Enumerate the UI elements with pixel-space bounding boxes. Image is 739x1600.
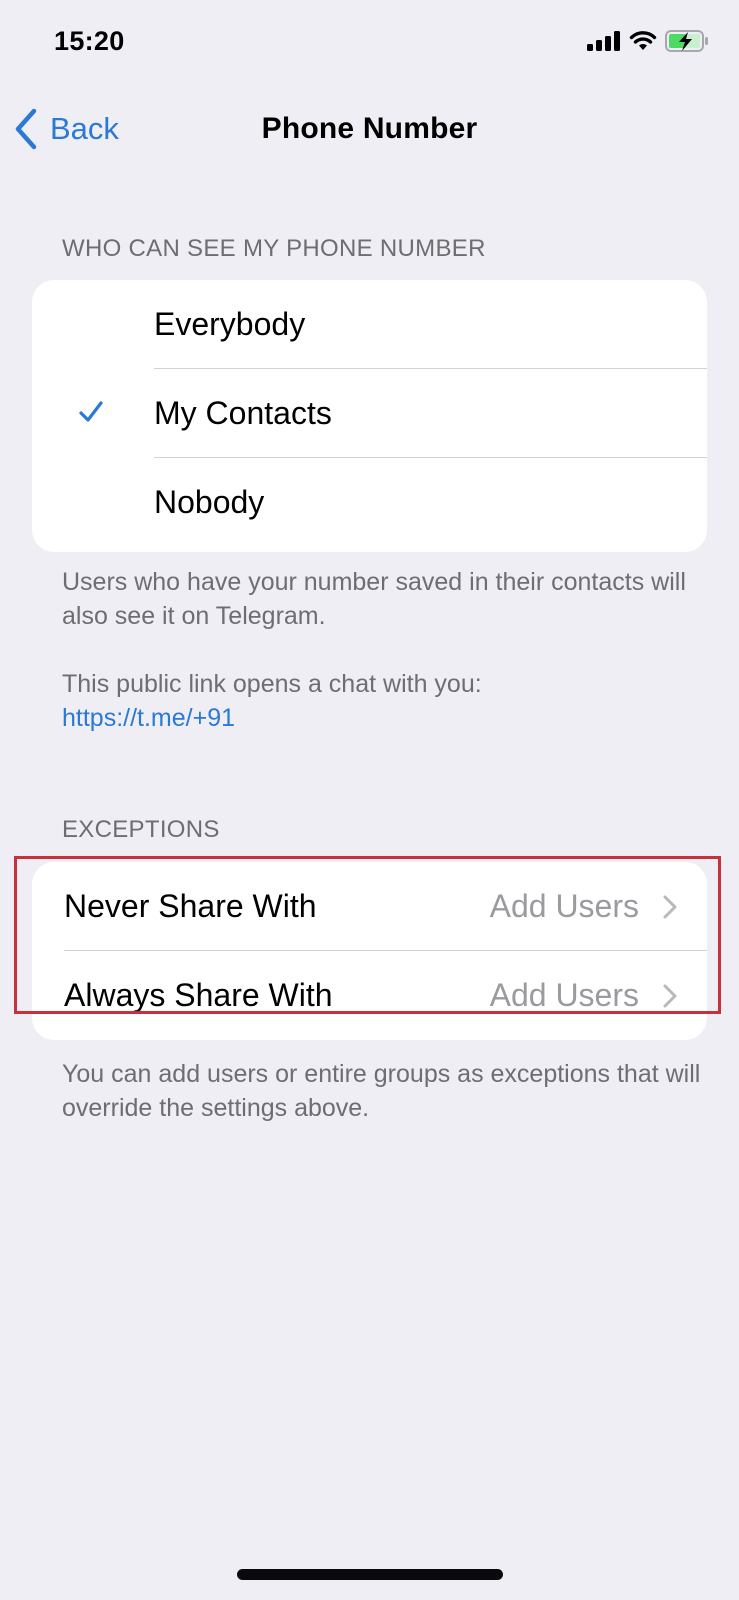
option-my-contacts[interactable]: My Contacts [32, 369, 707, 458]
page-title: Phone Number [261, 112, 478, 145]
option-label: Nobody [154, 484, 265, 520]
exceptions-section-header: EXCEPTIONS [62, 816, 220, 843]
visibility-options-card: Everybody My Contacts Nobody [32, 280, 707, 552]
exceptions-card: Never Share With Add Users Always Share … [32, 862, 707, 1040]
chevron-right-icon [663, 895, 677, 919]
row-label: Always Share With [64, 977, 333, 1013]
never-share-with-row[interactable]: Never Share With Add Users [32, 862, 707, 951]
battery-charging-icon [665, 30, 708, 52]
home-indicator[interactable] [237, 1569, 503, 1580]
public-link[interactable]: https://t.me/+91 [62, 701, 702, 735]
always-share-with-row[interactable]: Always Share With Add Users [32, 951, 707, 1040]
option-label: Everybody [154, 306, 306, 342]
option-label: My Contacts [154, 395, 332, 431]
public-link-caption: This public link opens a chat with you: [62, 670, 482, 698]
option-nobody[interactable]: Nobody [32, 458, 707, 547]
wifi-icon [629, 31, 657, 50]
cellular-signal-icon [587, 31, 620, 51]
row-label: Never Share With [64, 888, 317, 924]
row-value: Add Users [489, 888, 639, 924]
exceptions-footer: You can add users or entire groups as ex… [62, 1060, 701, 1122]
chevron-right-icon [663, 984, 677, 1008]
option-everybody[interactable]: Everybody [32, 280, 707, 369]
status-icons [587, 30, 709, 52]
navigation-bar: Back Phone Number [0, 100, 739, 160]
row-value: Add Users [489, 977, 639, 1013]
visibility-footer-note: Users who have your number saved in thei… [62, 568, 686, 630]
checkmark-icon [79, 401, 103, 422]
status-time: 15:20 [54, 26, 125, 56]
visibility-section-header: WHO CAN SEE MY PHONE NUMBER [62, 235, 486, 262]
status-bar: 15:20 [0, 0, 739, 90]
visibility-footer: Users who have your number saved in thei… [62, 565, 702, 735]
